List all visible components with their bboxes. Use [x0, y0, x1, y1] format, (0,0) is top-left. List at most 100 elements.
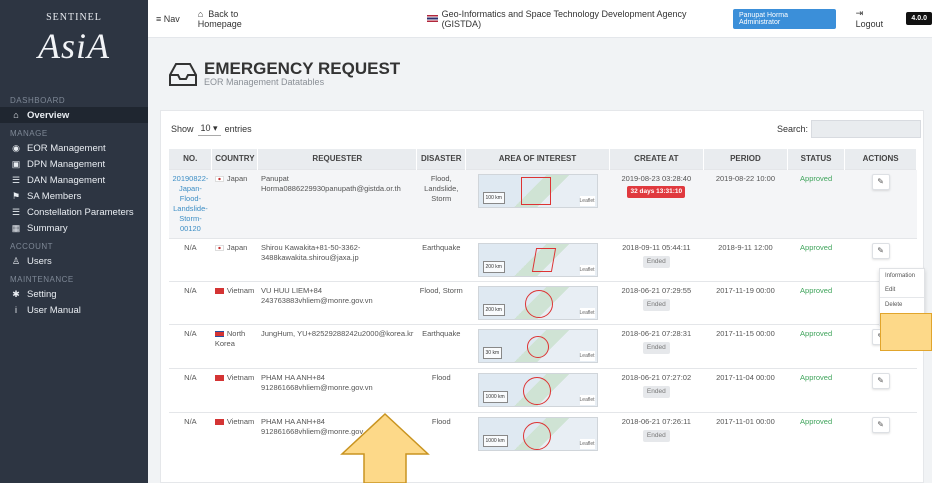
- version-badge: 4.0.0: [906, 12, 932, 25]
- sidebar-section-label: MANAGE: [10, 129, 48, 138]
- agency-label: Geo-Informatics and Space Technology Dev…: [441, 8, 687, 29]
- area-of-interest-map[interactable]: 30 km Leaflet: [477, 328, 598, 363]
- map-scale: 100 km: [482, 191, 505, 204]
- japan-flag-icon: [214, 244, 224, 251]
- requester: JungHum, YU+82529288242u2000@korea.kr: [260, 328, 414, 338]
- entries-select[interactable]: 10 ▾: [197, 122, 221, 136]
- vietnam-flag-icon: [214, 374, 224, 381]
- home-icon: ⌂: [13, 110, 19, 120]
- create-at: 2018-09-11 05:44:11: [622, 242, 691, 252]
- sidebar-item-label: SA Members: [27, 190, 82, 202]
- table-body: 20190822-Japan-Flood-Landslide-Storm-001…: [169, 168, 917, 455]
- column-header[interactable]: CREATE AT: [609, 149, 704, 169]
- sidebar: SENTINEL AsiA DASHBOARD ⌂ Overview MANAGE ◉ E…: [0, 0, 148, 483]
- column-header[interactable]: ACTIONS: [844, 149, 917, 169]
- status-label: Approved: [800, 285, 833, 295]
- back-to-homepage-link[interactable]: ⌂ Back to Homepage: [198, 9, 282, 29]
- actions-button[interactable]: ✎: [871, 173, 890, 190]
- map-icon: ▣: [11, 158, 21, 169]
- datatable-card: Show 10 ▾ entries Search: NO. COUNTRY REQU…: [160, 110, 925, 483]
- area-of-interest-map[interactable]: 1000 km Leaflet: [477, 416, 598, 451]
- period: 2019-08-22 10:00: [715, 173, 776, 183]
- status-label: Approved: [800, 242, 833, 252]
- period: 2017-11-04 00:00: [716, 372, 775, 382]
- disaster-type: Flood, Landslide, Storm: [424, 173, 459, 203]
- page-title: EMERGENCY REQUEST: [204, 59, 401, 78]
- dropdown-item-edit[interactable]: Edit: [880, 283, 924, 297]
- period: 2017-11-15 00:00: [716, 328, 775, 338]
- logout-button[interactable]: ⇥ Logout: [856, 8, 895, 29]
- actions-button[interactable]: ✎: [871, 242, 890, 259]
- time-badge: Ended: [642, 429, 670, 442]
- column-header[interactable]: NO.: [169, 149, 213, 169]
- hamburger-icon: ≡: [156, 13, 164, 24]
- requester: Shirou Kawakita+81-50-3362-3488kawakita.…: [260, 242, 361, 262]
- request-number: N/A: [184, 372, 197, 382]
- wrench-icon: ✎: [877, 245, 884, 255]
- column-header[interactable]: DISASTER: [416, 149, 467, 169]
- aoi-polygon: [520, 176, 551, 205]
- user-button[interactable]: Panupat Horma Administrator: [732, 8, 836, 29]
- sidebar-item-dpn-management[interactable]: ▣ DPN Management: [0, 156, 148, 172]
- area-of-interest-map[interactable]: 200 km Leaflet: [477, 242, 598, 277]
- sidebar-section-label: DASHBOARD: [10, 96, 66, 105]
- column-header[interactable]: AREA OF INTEREST: [465, 149, 610, 169]
- nav-toggle[interactable]: ≡ Nav: [156, 14, 180, 24]
- thailand-flag-icon: [426, 15, 438, 22]
- logout-icon: ⇥: [855, 8, 866, 18]
- create-at: 2019-08-23 03:28:40: [621, 173, 692, 183]
- area-of-interest-map[interactable]: 200 km Leaflet: [477, 285, 598, 320]
- area-of-interest-map[interactable]: 100 km Leaflet: [477, 173, 598, 208]
- create-at: 2018-06-21 07:26:11: [621, 416, 691, 426]
- sidebar-item-user-manual[interactable]: i User Manual: [0, 302, 148, 318]
- page-header: EMERGENCY REQUEST EOR Management Datatab…: [168, 60, 400, 87]
- map-attribution: Leaflet: [579, 438, 595, 449]
- sidebar-item-setting[interactable]: ✱ Setting: [0, 286, 148, 302]
- sidebar-item-sa-members[interactable]: ⚑ SA Members: [0, 188, 148, 204]
- aoi-circle: [524, 289, 553, 318]
- sidebar-item-label: Overview: [27, 109, 70, 121]
- sidebar-item-constellation-parameters[interactable]: ☰ Constellation Parameters: [0, 204, 148, 220]
- search-input[interactable]: [811, 120, 921, 138]
- sidebar-item-summary[interactable]: ▦ Summary: [0, 220, 148, 236]
- dropdown-item-information[interactable]: Information: [880, 269, 924, 283]
- country-name: Japan: [226, 173, 248, 183]
- sidebar-menu: DASHBOARD ⌂ Overview MANAGE ◉ EOR Management ▣…: [0, 96, 148, 318]
- sidebar-item-overview[interactable]: ⌂ Overview: [0, 107, 148, 123]
- actions-button[interactable]: ✎: [871, 416, 890, 433]
- request-number: N/A: [184, 285, 197, 295]
- dropdown-item-delete[interactable]: Delete: [880, 297, 924, 312]
- sidebar-item-label: Summary: [27, 222, 68, 234]
- user-name: Panupat Horma: [738, 11, 788, 19]
- disaster-type: Earthquake: [422, 328, 461, 338]
- column-header[interactable]: STATUS: [787, 149, 846, 169]
- target-icon: ◉: [12, 142, 20, 153]
- map-attribution: Leaflet: [579, 307, 595, 318]
- map-scale: 30 km: [482, 346, 503, 359]
- users-icon: ♙: [11, 255, 21, 266]
- column-header[interactable]: COUNTRY: [211, 149, 259, 169]
- period: 2018-9-11 12:00: [718, 242, 773, 252]
- sidebar-item-dan-management[interactable]: ☰ DAN Management: [0, 172, 148, 188]
- entries-select-value: 10: [200, 123, 211, 133]
- sidebar-item-label: User Manual: [27, 304, 81, 316]
- period: 2017-11-01 00:00: [716, 416, 775, 426]
- country-name: Vietnam: [226, 416, 255, 426]
- sidebar-item-eor-management[interactable]: ◉ EOR Management: [0, 140, 148, 156]
- show-label: Show: [171, 124, 194, 134]
- status-label: Approved: [800, 416, 833, 426]
- time-badge: Ended: [642, 385, 670, 398]
- column-header[interactable]: REQUESTER: [257, 149, 418, 169]
- actions-button[interactable]: ✎: [871, 372, 890, 389]
- column-header[interactable]: PERIOD: [703, 149, 788, 169]
- sidebar-item-users[interactable]: ♙ Users: [0, 253, 148, 269]
- sidebar-item-label: Users: [27, 255, 52, 267]
- aoi-circle: [522, 421, 551, 450]
- wrench-icon: ✎: [877, 176, 884, 186]
- info-icon: i: [15, 305, 17, 315]
- area-of-interest-map[interactable]: 1000 km Leaflet: [477, 372, 598, 407]
- request-number[interactable]: 20190822-Japan-Flood-Landslide-Storm-001…: [173, 174, 209, 233]
- north-korea-flag-icon: [214, 330, 224, 337]
- create-at: 2018-06-21 07:28:31: [621, 328, 692, 338]
- time-badge: Ended: [642, 341, 670, 354]
